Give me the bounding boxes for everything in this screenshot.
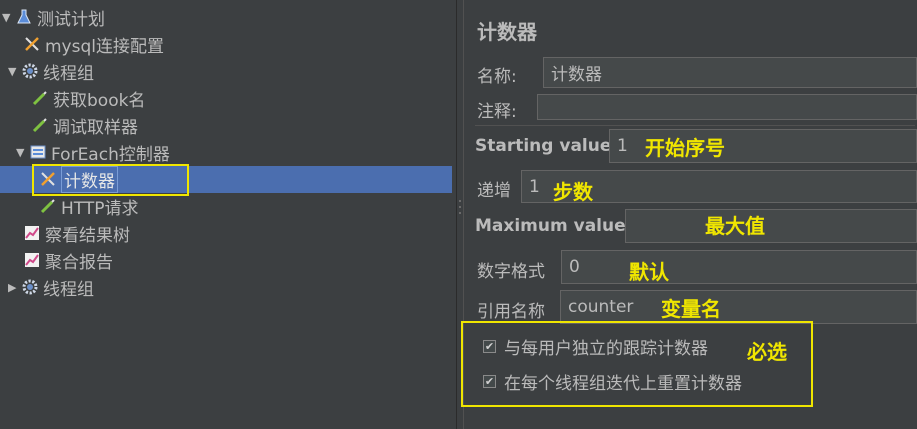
section-divider <box>475 125 915 126</box>
collapse-arrow-icon[interactable]: ▼ <box>8 65 20 78</box>
increment-label: 递增 <box>477 181 511 201</box>
name-label: 名称: <box>477 67 517 87</box>
maximum-value-input[interactable] <box>625 209 917 243</box>
tree-item-aggregate-report[interactable]: 聚合报告 <box>22 247 113 273</box>
tree-item-label: mysql连接配置 <box>45 36 164 57</box>
panel-title: 计数器 <box>477 20 537 44</box>
tree-item-foreach-controller[interactable]: ▼ ForEach控制器 <box>16 139 170 165</box>
chart-icon <box>22 224 42 242</box>
flask-icon <box>14 8 34 26</box>
comment-label: 注释: <box>477 102 517 122</box>
collapse-arrow-icon[interactable]: ▼ <box>2 11 14 24</box>
tree-item-debug-sampler[interactable]: 调试取样器 <box>30 112 138 138</box>
tree-item-label: 察看结果树 <box>45 225 130 246</box>
tree-item-label: 调试取样器 <box>53 117 138 138</box>
counter-config-panel: 计数器 名称: 计数器 注释: Starting value 1 开始序号 递增… <box>461 0 917 429</box>
tree-item-label: 线程组 <box>43 63 94 84</box>
annotation-start: 开始序号 <box>645 136 725 160</box>
tree-item-thread-group[interactable]: ▼ 线程组 <box>8 58 94 84</box>
tree-item-test-plan[interactable]: ▼ 测试计划 <box>2 4 105 30</box>
pipette-icon <box>30 89 50 107</box>
tree-item-label: 线程组 <box>43 279 94 300</box>
gear-icon <box>20 62 40 80</box>
annotation-increment: 步数 <box>553 180 593 204</box>
pipette-icon <box>38 197 58 215</box>
tree-item-label: 获取book名 <box>53 90 146 111</box>
comment-input[interactable] <box>537 94 917 120</box>
starting-value-label: Starting value <box>475 136 612 156</box>
tree-item-label: 聚合报告 <box>45 252 113 273</box>
number-format-label: 数字格式 <box>477 262 545 282</box>
wrench-icon <box>22 35 42 53</box>
tree-item-label: ForEach控制器 <box>51 144 170 165</box>
maximum-value-label: Maximum value <box>475 216 626 236</box>
highlight-box-counter <box>32 164 189 196</box>
annotation-refname: 变量名 <box>661 297 721 321</box>
highlight-box-options <box>461 321 813 407</box>
tree-item-mysql-config[interactable]: mysql连接配置 <box>22 31 164 57</box>
tree-item-view-results-tree[interactable]: 察看结果树 <box>22 220 130 246</box>
tree-item-http-request[interactable]: HTTP请求 <box>38 193 139 219</box>
tree-item-label: 测试计划 <box>37 9 105 30</box>
tree-item-thread-group-2[interactable]: ▶ 线程组 <box>8 274 94 300</box>
chart-icon <box>22 251 42 269</box>
reference-name-input[interactable]: counter <box>560 290 917 324</box>
tree-item-get-book[interactable]: 获取book名 <box>30 85 145 111</box>
tree-item-label: HTTP请求 <box>61 198 139 219</box>
controller-icon <box>28 143 48 161</box>
reference-name-label: 引用名称 <box>477 302 545 322</box>
collapse-arrow-icon[interactable]: ▼ <box>16 146 28 159</box>
gear-icon <box>20 278 40 296</box>
expand-arrow-icon[interactable]: ▶ <box>8 281 20 294</box>
name-input[interactable]: 计数器 <box>543 57 917 88</box>
number-format-input[interactable]: 0 <box>561 250 917 284</box>
annotation-format: 默认 <box>629 260 669 284</box>
test-plan-tree: ▼ 测试计划 mysql连接配置 ▼ 线程组 获取book名 调试取样器 ▼ F… <box>0 0 458 429</box>
annotation-max: 最大值 <box>705 214 765 238</box>
pipette-icon <box>30 116 50 134</box>
